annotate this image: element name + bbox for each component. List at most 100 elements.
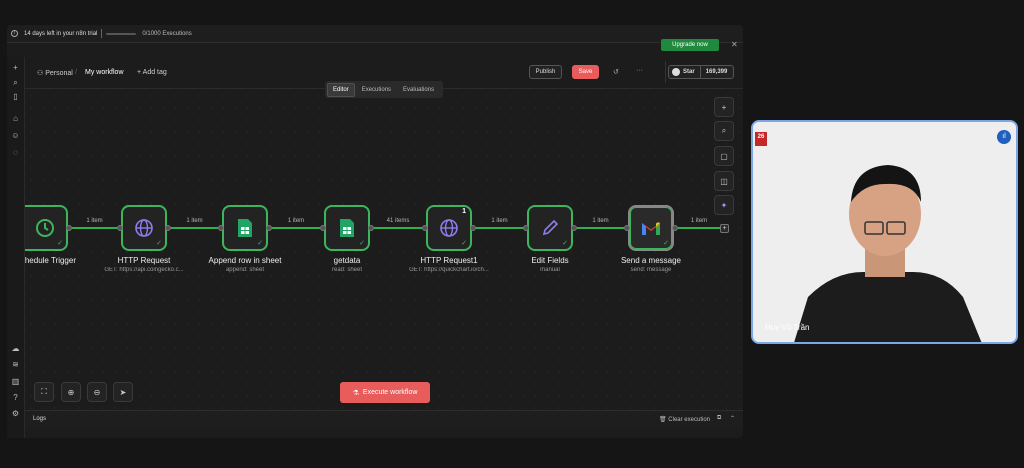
search-icon[interactable]: ⌕ [714,121,734,141]
home-icon[interactable]: ⌂ [11,114,20,123]
workflow-node[interactable]: ✓ [324,205,370,251]
input-port[interactable] [624,225,630,231]
gmail-icon [641,218,661,238]
panel-icon[interactable]: ▯ [11,92,20,101]
output-port[interactable] [368,225,374,231]
fit-view-icon[interactable]: ⛶ [34,382,54,402]
logs-panel[interactable]: Logs 🗑 Clear execution ⧉ ⌃ [25,410,743,428]
github-star-count: 169,399 [705,69,728,75]
info-icon: i [11,30,18,37]
chevron-up-icon[interactable]: ⌃ [730,415,735,422]
cloud-icon[interactable]: ☁ [11,344,20,353]
run-count-badge: 1 [462,208,466,215]
connection-line[interactable] [171,227,218,229]
node-title: Send a message [620,256,682,265]
workflow-node[interactable]: ✓ [222,205,268,251]
connection-line[interactable] [72,227,117,229]
workflow-name[interactable]: My workflow [85,69,124,76]
globe-icon [439,218,459,238]
workflow-node[interactable]: ✓ 1 [426,205,472,251]
logs-title: Logs [33,416,47,422]
connection-line[interactable] [476,227,523,229]
add-icon[interactable]: + [11,63,20,72]
success-check-icon: ✓ [156,240,162,247]
upgrade-label: Upgrade now [672,42,708,48]
sheets-icon [337,218,357,238]
workflow-node[interactable]: ✓ [527,205,573,251]
execute-workflow-button[interactable]: ⚗ Execute workflow [340,382,430,403]
connection-item-count: 1 item [592,218,609,224]
trial-banner: i 14 days left in your n8n trial 0/1000 … [7,25,743,43]
history-icon[interactable]: ↺ [613,68,619,76]
chat-icon[interactable]: ◌ [11,148,20,157]
add-node-button[interactable]: + [720,224,729,233]
divider [101,29,103,38]
cursor-icon[interactable]: ➤ [113,382,133,402]
database-icon[interactable]: ≋ [11,360,20,369]
output-port[interactable] [571,225,577,231]
insights-icon[interactable]: ▥ [11,377,20,386]
webcam-video: 26 ıl Huy Vũ Trần [751,120,1018,344]
input-port[interactable] [422,225,428,231]
project-breadcrumb[interactable]: ⚇ Personal [37,69,73,77]
output-port[interactable] [672,225,678,231]
input-port[interactable] [218,225,224,231]
flask-icon: ⚗ [352,389,359,397]
connection-item-count: 41 items [386,218,410,224]
clock-icon [35,218,55,238]
globe-icon [134,218,154,238]
sheets-icon [235,218,255,238]
search-icon[interactable]: ⌕ [11,78,20,87]
pencil-icon [540,218,560,238]
connection-line[interactable] [374,227,422,229]
output-port[interactable] [266,225,272,231]
clear-execution-button[interactable]: 🗑 Clear execution [659,416,710,423]
save-button[interactable]: Save [572,65,599,79]
sticky-note-icon[interactable]: ▢ [714,146,734,166]
publish-button[interactable]: Publish [529,65,562,79]
add-tag-link[interactable]: + Add tag [137,69,167,76]
trash-icon: 🗑 [659,417,669,423]
settings-icon[interactable]: ⚙ [11,409,20,418]
more-icon[interactable]: ··· [636,67,643,74]
success-check-icon: ✓ [257,240,263,247]
ai-sparkle-icon[interactable]: ✦ [714,195,734,215]
success-check-icon: ✓ [57,240,63,247]
connection-item-count: 1 item [86,218,103,224]
zoom-in-icon[interactable]: ⊕ [61,382,81,402]
github-icon [672,68,680,76]
connection-line[interactable] [272,227,320,229]
connection-item-count: 1 item [186,218,203,224]
success-check-icon: ✓ [663,240,669,247]
close-icon[interactable]: ✕ [731,40,738,49]
panel-toggle-icon[interactable]: ◫ [714,171,734,191]
success-check-icon: ✓ [359,240,365,247]
popout-icon[interactable]: ⧉ [717,415,721,422]
add-node-icon[interactable]: + [714,97,734,117]
zoom-out-icon[interactable]: ⊖ [87,382,107,402]
workflow-node[interactable]: ✓ [628,205,674,251]
executions-count: 0/1000 Executions [142,30,192,37]
connection-item-count: 1 item [491,218,508,224]
input-port[interactable] [117,225,123,231]
github-star-button[interactable]: Star 169,399 [668,65,734,79]
output-port[interactable] [470,225,476,231]
connection-item-count: 1 item [287,218,305,224]
user-icon[interactable]: ☺ [11,131,20,140]
connection-item-count: 1 item [690,218,708,224]
node-subtitle: send: message [630,267,672,273]
connection-line[interactable] [678,227,720,229]
upgrade-now-button[interactable]: Upgrade now [661,39,719,51]
header-divider [665,61,666,83]
output-port[interactable] [66,225,72,231]
help-icon[interactable]: ? [11,393,20,402]
input-port[interactable] [320,225,326,231]
output-port[interactable] [165,225,171,231]
input-port[interactable] [523,225,529,231]
success-check-icon: ✓ [562,240,568,247]
presenter-image [753,122,1016,342]
channel-badge: 26 [755,132,767,146]
execute-label: Execute workflow [362,389,418,396]
connection-line[interactable] [577,227,624,229]
workflow-node[interactable]: ✓ [121,205,167,251]
